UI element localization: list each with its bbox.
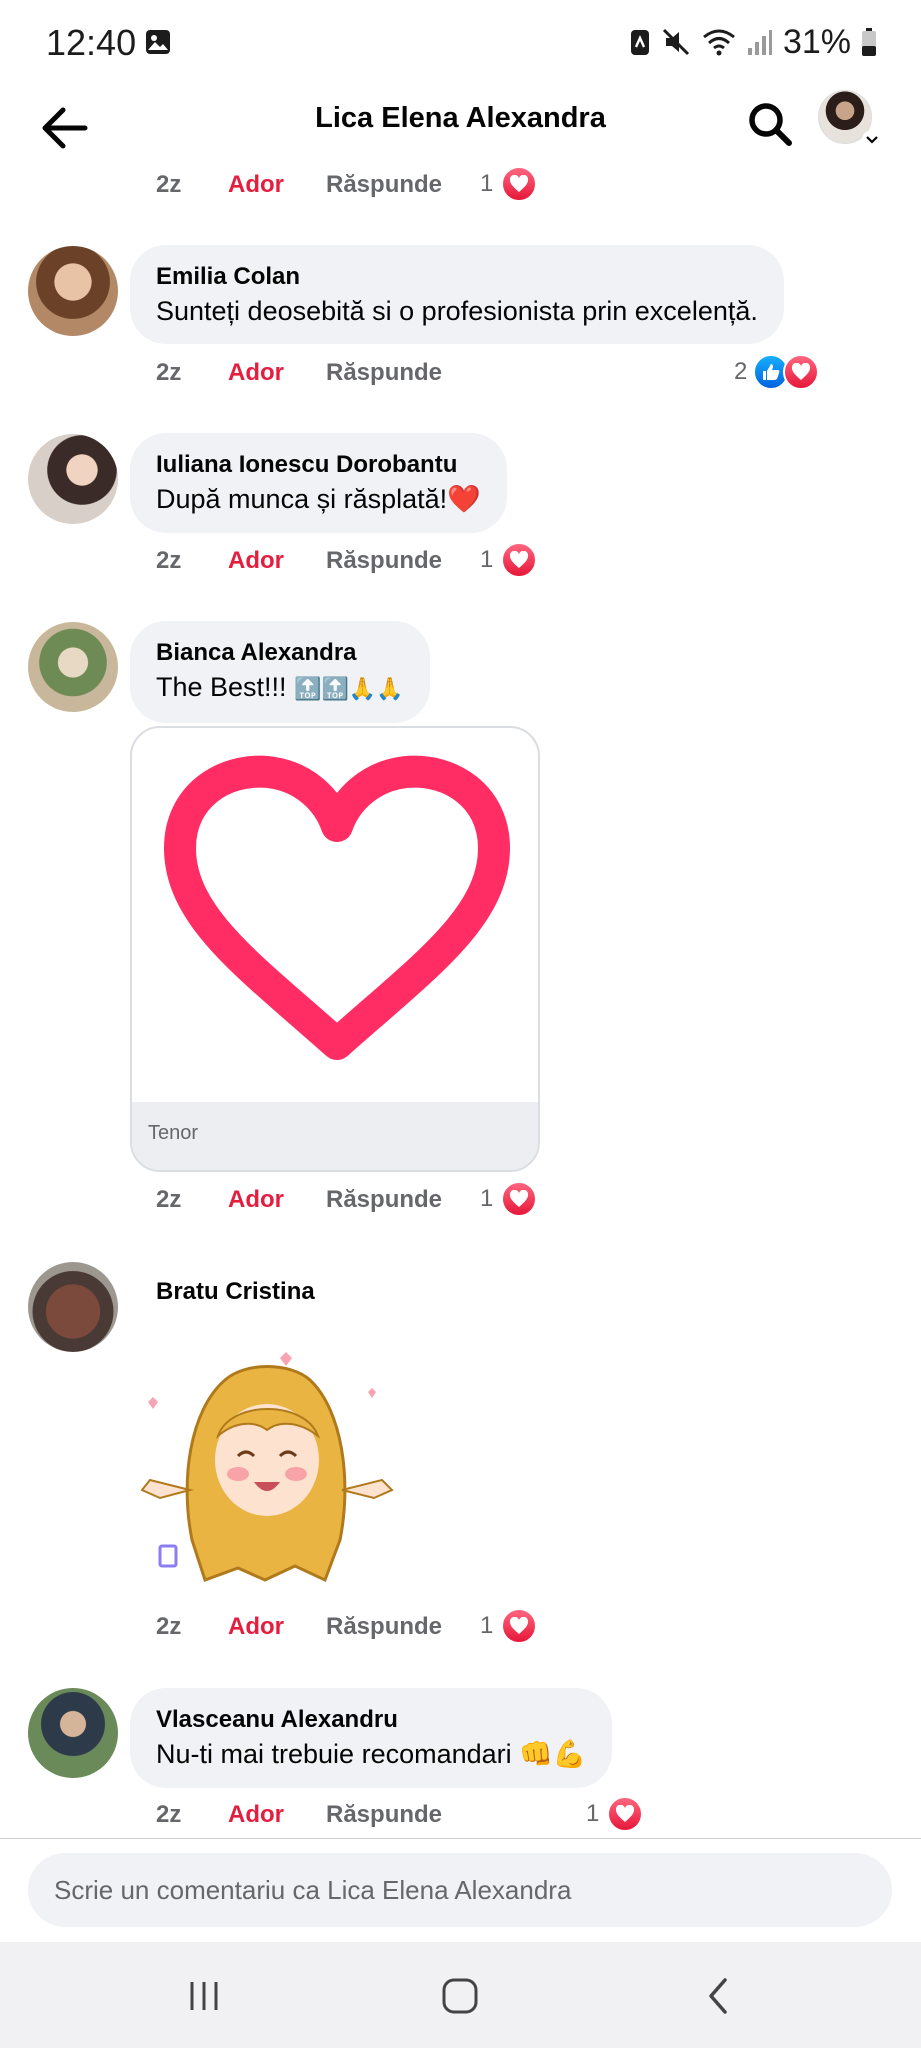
comment-actions: 2z Ador Răspunde <box>156 1182 442 1218</box>
comment-text: Sunteți deosebită si o profesionista pri… <box>156 296 758 326</box>
comment-time: 2z <box>156 171 182 198</box>
reaction-summary[interactable]: 1 <box>480 1179 538 1219</box>
fist-and-muscle-emojis: 👊💪 <box>519 1739 587 1770</box>
reply-link[interactable]: Răspunde <box>326 1186 442 1214</box>
comment-actions: 2z Ador Răspunde <box>156 543 442 579</box>
chevron-left-icon <box>709 1978 727 2014</box>
reaction-summary[interactable]: 2 <box>734 352 820 392</box>
top-and-pray-emojis: 🔝🔝🙏🙏 <box>294 677 404 702</box>
comment-time: 2z <box>156 359 182 386</box>
love-reaction-link[interactable]: Ador <box>228 171 326 199</box>
comment-text-content: După munca și răsplată! <box>156 484 448 514</box>
heart-gif-image <box>164 755 510 1060</box>
comment-bubble: Bianca Alexandra The Best!!! 🔝🔝🙏🙏 <box>130 621 430 723</box>
comment-author[interactable]: Vlasceanu Alexandru <box>156 1704 586 1736</box>
love-reaction-link[interactable]: Ador <box>228 547 326 575</box>
love-reaction-link[interactable]: Ador <box>228 1801 326 1829</box>
top-app-bar: Lica Elena Alexandra <box>0 84 921 184</box>
chevron-down-icon <box>862 130 882 150</box>
heart-icon <box>783 354 820 390</box>
reply-link[interactable]: Răspunde <box>326 171 442 199</box>
comment-author[interactable]: Bratu Cristina <box>156 1276 315 1308</box>
signal-icon <box>747 30 772 55</box>
comment-actions: 2z Ador Răspunde <box>156 1609 442 1645</box>
reaction-summary[interactable]: 1 <box>480 164 538 204</box>
commenter-avatar[interactable] <box>28 1262 118 1352</box>
comment-author[interactable]: Emilia Colan <box>156 261 758 293</box>
comment-bubble: Vlasceanu Alexandru Nu-ti mai trebuie re… <box>130 1688 613 1788</box>
status-indicators: 31% <box>629 22 877 62</box>
comment-text-content: The Best!!! <box>156 672 287 702</box>
comment-actions: 2z Ador Răspunde <box>156 1797 442 1833</box>
search-icon <box>749 103 792 146</box>
love-reaction-link[interactable]: Ador <box>228 1186 326 1214</box>
commenter-avatar[interactable] <box>28 246 118 336</box>
status-time: 12:40 <box>46 22 137 63</box>
heart-icon <box>607 1796 644 1832</box>
reaction-summary[interactable]: 1 <box>586 1794 644 1834</box>
gif-footer: Tenor <box>132 1102 538 1170</box>
comment-time: 2z <box>156 1186 182 1213</box>
reply-link[interactable]: Răspunde <box>326 1613 442 1641</box>
mute-icon <box>662 28 689 56</box>
red-heart-emoji: ❤️ <box>447 484 481 515</box>
reaction-count: 2 <box>734 358 748 385</box>
recent-apps-icon <box>190 1982 218 2010</box>
reaction-count: 1 <box>480 546 494 573</box>
comment-text-content: Nu-ti mai trebuie recomandari <box>156 1739 512 1769</box>
comment-bubble: Iuliana Ionescu Dorobantu După munca și … <box>130 433 507 533</box>
reply-link[interactable]: Răspunde <box>326 1801 442 1829</box>
comment-actions: 2z Ador Răspunde <box>156 167 442 203</box>
reply-link[interactable]: Răspunde <box>326 547 442 575</box>
heart-icon <box>501 1608 538 1644</box>
reaction-count: 1 <box>586 1800 600 1827</box>
reaction-count: 1 <box>480 1612 494 1639</box>
gallery-notification-icon <box>144 28 172 56</box>
comment-text: The Best!!! 🔝🔝🙏🙏 <box>156 669 404 708</box>
system-back-button[interactable] <box>678 1966 758 2026</box>
heart-icon <box>501 1181 538 1217</box>
status-bar: 12:40 31% <box>0 0 921 84</box>
comment-text: După munca și răsplată!❤️ <box>156 481 481 518</box>
reaction-summary[interactable]: 1 <box>480 1606 538 1646</box>
profile-switcher-button[interactable] <box>818 90 882 154</box>
reaction-count: 1 <box>480 1185 494 1212</box>
commenter-avatar[interactable] <box>28 434 118 524</box>
heart-icon <box>501 166 538 202</box>
reaction-summary[interactable]: 1 <box>480 540 538 580</box>
comment-time: 2z <box>156 547 182 574</box>
comment-author[interactable]: Bianca Alexandra <box>156 637 404 669</box>
battery-percent: 31% <box>782 22 851 61</box>
comment-actions: 2z Ador Răspunde <box>156 355 442 391</box>
comment-composer <box>0 1838 921 1942</box>
heart-icon <box>501 542 538 578</box>
gif-attachment[interactable]: Tenor <box>130 726 540 1172</box>
reaction-count: 1 <box>480 170 494 197</box>
home-icon <box>442 1978 478 2014</box>
comment-time: 2z <box>156 1801 182 1828</box>
recent-apps-button[interactable] <box>164 1966 244 2026</box>
nfc-icon <box>630 30 649 55</box>
sticker-image[interactable] <box>130 1340 400 1590</box>
comment-author[interactable]: Iuliana Ionescu Dorobantu <box>156 449 481 481</box>
reply-link[interactable]: Răspunde <box>326 359 442 387</box>
search-button[interactable] <box>740 94 800 154</box>
home-button[interactable] <box>420 1966 500 2026</box>
comment-bubble: Emilia Colan Sunteți deosebită si o prof… <box>130 245 784 344</box>
commenter-avatar[interactable] <box>28 622 118 712</box>
wifi-icon <box>703 29 735 56</box>
gif-source-label: Tenor <box>148 1122 199 1144</box>
commenter-avatar[interactable] <box>28 1688 118 1778</box>
love-reaction-link[interactable]: Ador <box>228 1613 326 1641</box>
comment-text: Nu-ti mai trebuie recomandari 👊💪 <box>156 1736 586 1773</box>
comment-input[interactable] <box>28 1853 892 1927</box>
love-reaction-link[interactable]: Ador <box>228 359 326 387</box>
battery-icon <box>862 28 876 56</box>
system-navigation-bar <box>0 1942 921 2048</box>
comment-time: 2z <box>156 1613 182 1640</box>
